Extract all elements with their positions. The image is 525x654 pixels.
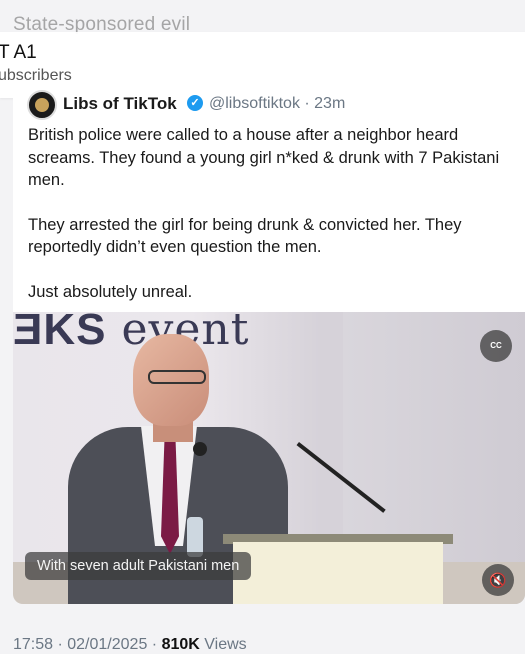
tweet-meta: 17:58 · 02/01/2025 · 810K Views bbox=[13, 636, 247, 654]
tweet-text: British police were called to a house af… bbox=[28, 124, 523, 325]
closed-captions-button[interactable]: CC bbox=[480, 330, 512, 362]
channel-name[interactable]: T A1 bbox=[0, 42, 37, 64]
verified-badge-icon: ✓ bbox=[187, 95, 203, 111]
sign-prefix: ƎKS bbox=[13, 312, 107, 354]
lectern bbox=[233, 542, 443, 604]
tweet-paragraph: Just absolutely unreal. bbox=[28, 282, 193, 301]
views-label: Views bbox=[199, 636, 247, 653]
screenshot-page: State-sponsored evil T A1 ubscribers Lib… bbox=[0, 0, 525, 654]
video-caption: With seven adult Pakistani men bbox=[25, 552, 252, 580]
tweet-paragraph: British police were called to a house af… bbox=[28, 126, 500, 189]
lapel-microphone bbox=[193, 442, 207, 456]
tweet-paragraph: They arrested the girl for being drunk &… bbox=[28, 215, 462, 257]
speaker-muted-icon: 🔇 bbox=[489, 572, 507, 588]
avatar-image bbox=[35, 98, 49, 112]
views-count: 810K bbox=[161, 636, 200, 653]
author-avatar[interactable] bbox=[27, 90, 57, 120]
tweet-card[interactable]: Libs of TikTok ✓ @libsoftiktok · 23m Bri… bbox=[13, 82, 525, 604]
tweet-timestamp[interactable]: 17:58 · 02/01/2025 · bbox=[13, 636, 162, 653]
video-player[interactable]: ƎKS event CC With seven adult Pakistani … bbox=[13, 312, 525, 604]
water-bottle bbox=[187, 517, 203, 557]
mute-button[interactable]: 🔇 bbox=[482, 564, 514, 596]
speaker-glasses bbox=[148, 370, 206, 384]
author-handle-time[interactable]: @libsoftiktok · 23m bbox=[209, 95, 345, 113]
video-event-sign: ƎKS event bbox=[13, 312, 249, 355]
author-name[interactable]: Libs of TikTok bbox=[63, 94, 177, 114]
